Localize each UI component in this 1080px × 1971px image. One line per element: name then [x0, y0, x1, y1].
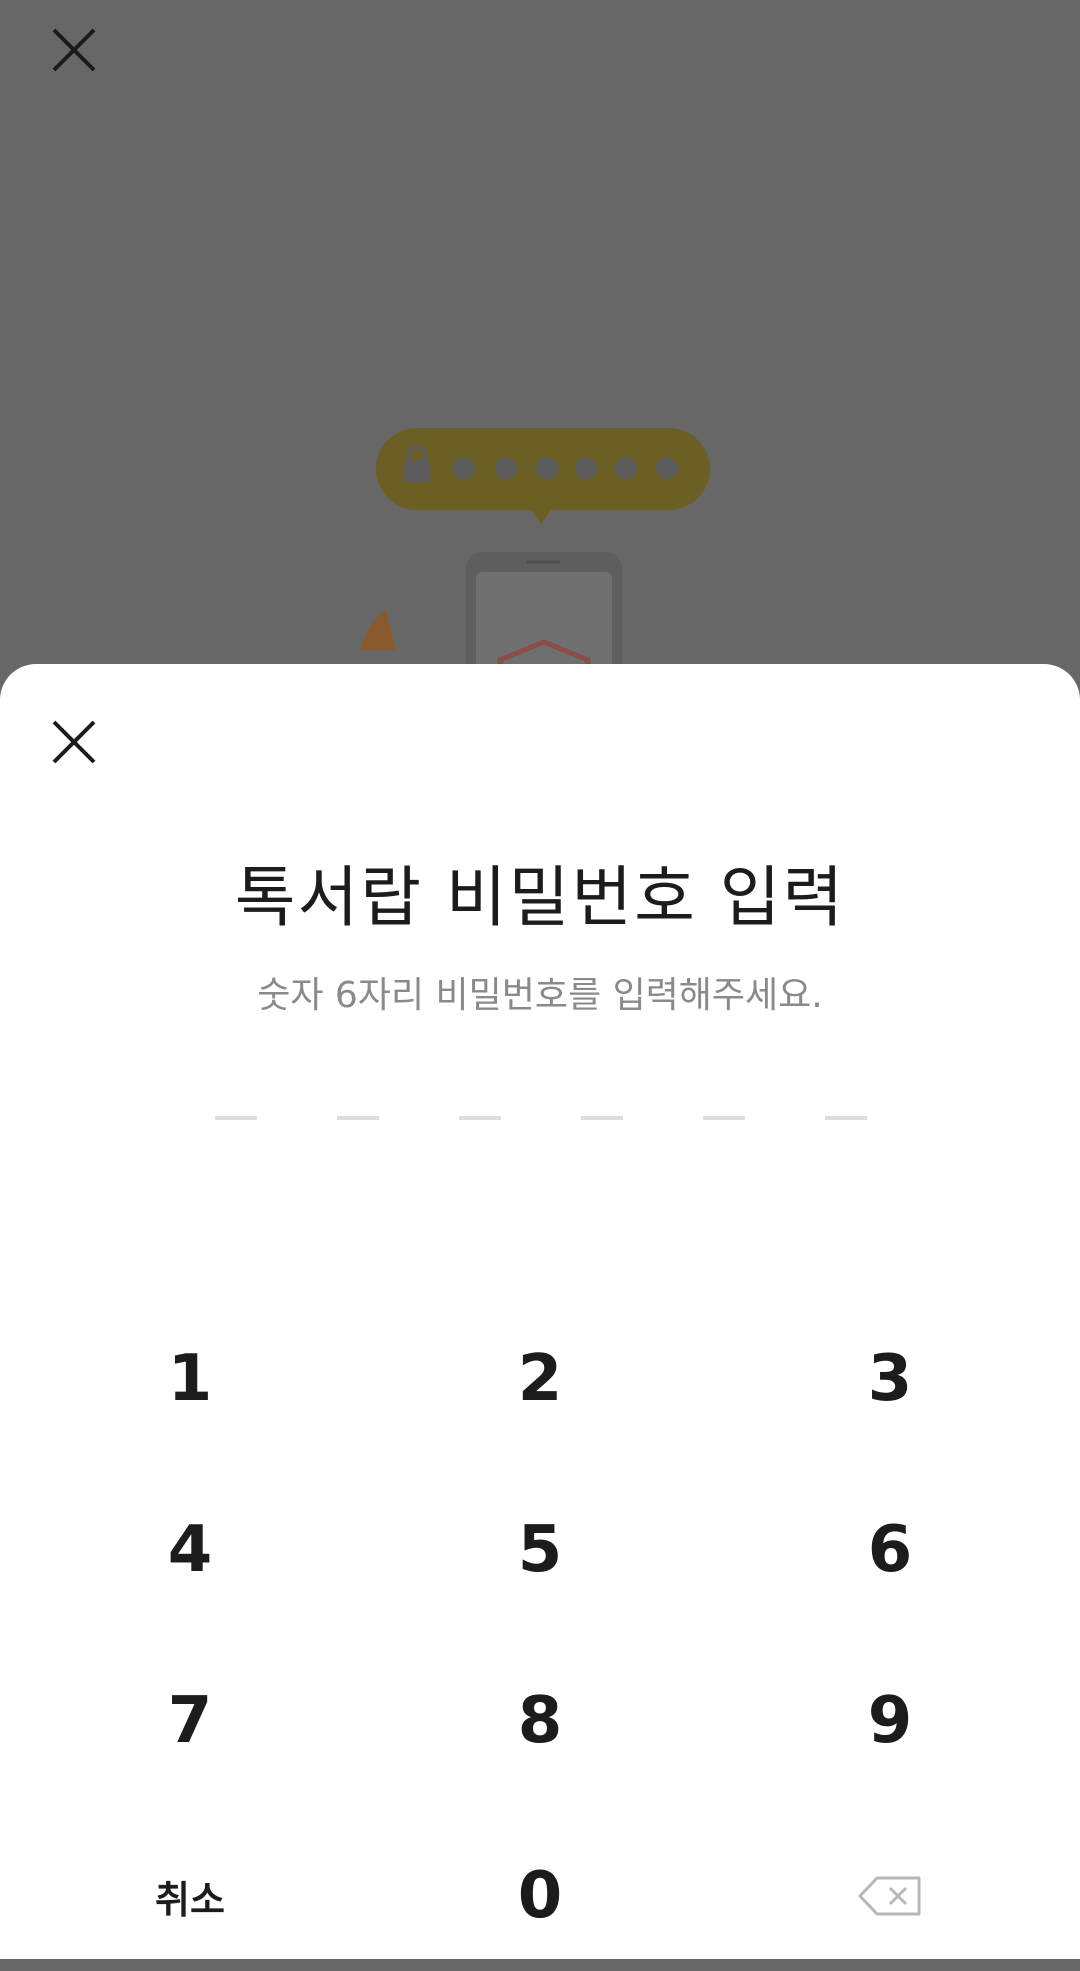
pin-slot — [337, 1116, 379, 1120]
password-illustration — [360, 428, 710, 700]
keypad-key-7[interactable]: 7 — [40, 1646, 340, 1796]
keypad-key-1[interactable]: 1 — [40, 1304, 340, 1454]
keypad-key-3[interactable]: 3 — [740, 1304, 1040, 1454]
instruction-text: 숫자 6자리 비밀번호를 입력해주세요. — [257, 975, 823, 1016]
keypad-key-0[interactable]: 0 — [390, 1821, 690, 1971]
pin-slot — [215, 1116, 257, 1120]
keypad-key-5[interactable]: 5 — [390, 1475, 690, 1625]
keypad-key-9[interactable]: 9 — [740, 1646, 1040, 1796]
pin-slot — [825, 1116, 867, 1120]
keypad-key-8[interactable]: 8 — [390, 1646, 690, 1796]
backspace-button[interactable] — [740, 1821, 1040, 1971]
cancel-button[interactable]: 취소 — [40, 1821, 340, 1971]
pin-slot — [581, 1116, 623, 1120]
pin-indicator — [215, 1116, 867, 1122]
keypad-key-6[interactable]: 6 — [740, 1475, 1040, 1625]
keypad-key-4[interactable]: 4 — [40, 1475, 340, 1625]
keypad-key-2[interactable]: 2 — [390, 1304, 690, 1454]
pin-slot — [459, 1116, 501, 1120]
close-icon — [52, 28, 96, 72]
password-bottom-sheet: 톡서랍 비밀번호 입력 숫자 6자리 비밀번호를 입력해주세요. 1 2 3 4… — [0, 664, 1080, 1959]
backspace-icon — [858, 1876, 921, 1916]
page-title: 톡서랍 비밀번호 입력 — [234, 859, 846, 936]
pin-slot — [703, 1116, 745, 1120]
close-icon[interactable] — [46, 714, 102, 770]
